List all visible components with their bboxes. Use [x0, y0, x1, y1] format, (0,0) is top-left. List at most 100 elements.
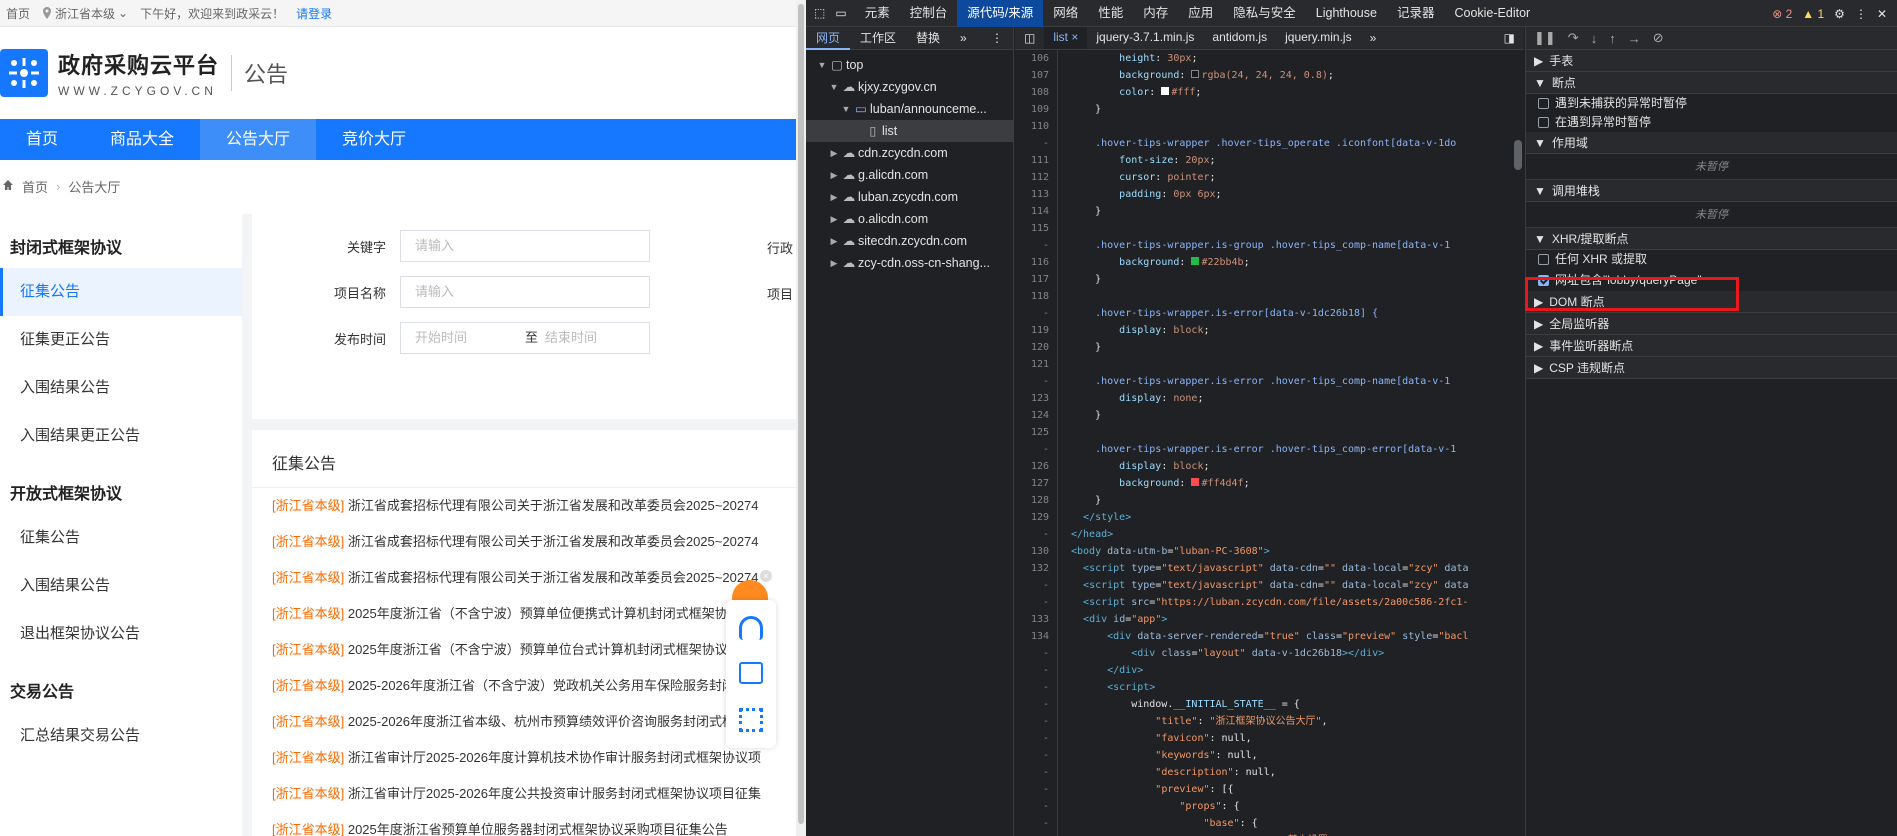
navigator-menu-icon[interactable]: ⋮	[981, 27, 1013, 50]
expand-arrow-icon[interactable]: ▶	[828, 164, 840, 186]
tree-item[interactable]: ▶ ☁ cdn.zcycdn.com	[806, 142, 1013, 164]
code-line[interactable]: 121	[1015, 356, 1524, 373]
tree-item[interactable]: ▼ ▢ top	[806, 54, 1013, 76]
line-number[interactable]: 115	[1015, 220, 1057, 237]
close-devtools-icon[interactable]: ✕	[1877, 7, 1887, 21]
step-into-icon[interactable]: ↓	[1591, 31, 1598, 46]
line-number[interactable]: 128	[1015, 492, 1057, 509]
line-number[interactable]: 124	[1015, 407, 1057, 424]
devtools-tab[interactable]: Cookie-Editor	[1444, 0, 1540, 27]
sidebar-item-closed-collection-correction[interactable]: 征集更正公告	[0, 316, 242, 364]
qrcode-icon[interactable]	[739, 708, 763, 732]
site-logo-icon[interactable]	[0, 49, 48, 97]
line-number[interactable]: -	[1015, 679, 1057, 696]
code-line[interactable]: 107 background: rgba(24, 24, 24, 0.8);	[1015, 67, 1524, 84]
code-line[interactable]: - </head>	[1015, 526, 1524, 543]
settings-gear-icon[interactable]: ⚙	[1834, 7, 1845, 21]
devtools-tab[interactable]: 记录器	[1387, 0, 1445, 27]
code-line[interactable]: - "keywords": null,	[1015, 747, 1524, 764]
code-line[interactable]: - .hover-tips-wrapper.is-error .hover-ti…	[1015, 373, 1524, 390]
line-number[interactable]: 120	[1015, 339, 1057, 356]
line-number[interactable]: 119	[1015, 322, 1057, 339]
expand-arrow-icon[interactable]: ▶	[828, 208, 840, 230]
code-line[interactable]: - .hover-tips-wrapper .hover-tips_operat…	[1015, 135, 1524, 152]
section-call-stack[interactable]: ▼ 调用堆栈	[1526, 180, 1897, 202]
code-line[interactable]: - "title": "浙江框架协议公告大厅",	[1015, 713, 1524, 730]
line-number[interactable]: 134	[1015, 628, 1057, 645]
line-number[interactable]: 123	[1015, 390, 1057, 407]
tree-item[interactable]: ▶ ☁ luban.zcycdn.com	[806, 186, 1013, 208]
code-line[interactable]: - .hover-tips-wrapper.is-error[data-v-1d…	[1015, 305, 1524, 322]
sidebar-item-open-shortlist-result[interactable]: 入围结果公告	[0, 562, 242, 610]
line-number[interactable]: -	[1015, 696, 1057, 713]
line-number[interactable]: 125	[1015, 424, 1057, 441]
line-number[interactable]: -	[1015, 815, 1057, 832]
line-number[interactable]: 107	[1015, 67, 1057, 84]
code-line[interactable]: - .hover-tips-wrapper.is-group .hover-ti…	[1015, 237, 1524, 254]
code-line[interactable]: 109 }	[1015, 101, 1524, 118]
section-dom-breakpoints[interactable]: ▶ DOM 断点	[1526, 291, 1897, 313]
section-global-listeners[interactable]: ▶ 全局监听器	[1526, 313, 1897, 335]
checkbox-icon[interactable]	[1538, 98, 1549, 109]
checkbox-icon[interactable]	[1538, 254, 1549, 265]
line-number[interactable]: -	[1015, 713, 1057, 730]
code-line[interactable]: 112 cursor: pointer;	[1015, 169, 1524, 186]
line-number[interactable]: -	[1015, 237, 1057, 254]
devtools-tab[interactable]: Lighthouse	[1306, 0, 1387, 27]
code-line[interactable]: 110	[1015, 118, 1524, 135]
sidebar-item-closed-shortlist-result[interactable]: 入围结果公告	[0, 364, 242, 412]
checkbox-checked-icon[interactable]	[1538, 274, 1549, 286]
line-number[interactable]: 106	[1015, 50, 1057, 67]
section-breakpoints[interactable]: ▼ 断点	[1526, 72, 1897, 94]
date-end-input[interactable]: 结束时间	[545, 323, 597, 353]
more-tabs-icon[interactable]: »	[950, 27, 977, 50]
nav-item-products[interactable]: 商品大全	[84, 119, 200, 160]
line-number[interactable]: -	[1015, 577, 1057, 594]
line-number[interactable]: 133	[1015, 611, 1057, 628]
code-line[interactable]: 106 height: 30px;	[1015, 50, 1524, 67]
code-line[interactable]: - "description": null,	[1015, 764, 1524, 781]
tree-item[interactable]: ▶ ☁ o.alicdn.com	[806, 208, 1013, 230]
section-xhr-breakpoints[interactable]: ▼ XHR/提取断点	[1526, 228, 1897, 250]
list-item[interactable]: [浙江省本级] 浙江省审计厅2025-2026年度计算机技术协作审计服务封闭式框…	[252, 740, 796, 776]
step-out-icon[interactable]: ↑	[1609, 31, 1616, 46]
code-line[interactable]: 126 display: block;	[1015, 458, 1524, 475]
pause-icon[interactable]: ❚❚	[1534, 30, 1556, 46]
devtools-tab[interactable]: 源代码/来源	[957, 0, 1044, 27]
code-line[interactable]: 129 </style>	[1015, 509, 1524, 526]
devtools-tab[interactable]: 性能	[1088, 0, 1133, 27]
list-item[interactable]: [浙江省本级] 浙江省成套招标代理有限公司关于浙江省发展和改革委员会2025~2…	[252, 524, 796, 560]
list-item[interactable]: [浙江省本级] 浙江省成套招标代理有限公司关于浙江省发展和改革委员会2025~2…	[252, 488, 796, 524]
line-number[interactable]: 118	[1015, 288, 1057, 305]
section-watch[interactable]: ▶ 手表	[1526, 50, 1897, 72]
code-line[interactable]: 124 }	[1015, 407, 1524, 424]
tab-page[interactable]: 网页	[806, 27, 851, 50]
tree-item[interactable]: ▶ ☁ g.alicdn.com	[806, 164, 1013, 186]
devtools-tab[interactable]: 网络	[1043, 0, 1088, 27]
any-xhr-checkbox[interactable]: 任何 XHR 或提取	[1526, 250, 1897, 269]
nav-item-announcements[interactable]: 公告大厅	[200, 119, 317, 160]
sidebar-item-open-collection[interactable]: 征集公告	[0, 514, 242, 562]
sidebar-item-closed-collection[interactable]: 征集公告	[0, 268, 242, 316]
chart-icon[interactable]	[739, 662, 763, 684]
code-line[interactable]: 127 background: #ff4d4f;	[1015, 475, 1524, 492]
code-line[interactable]: - <div class="layout" data-v-1dc26b18></…	[1015, 645, 1524, 662]
tree-item[interactable]: ▶ ☁ zcy-cdn.oss-cn-shang...	[806, 252, 1013, 274]
expand-arrow-icon[interactable]: ▶	[828, 252, 840, 274]
line-number[interactable]: 111	[1015, 152, 1057, 169]
code-line[interactable]: 111 font-size: 20px;	[1015, 152, 1524, 169]
toggle-debugger-icon[interactable]: ◨	[1495, 27, 1524, 49]
code-line[interactable]: - "preview": [{	[1015, 781, 1524, 798]
line-number[interactable]: -	[1015, 832, 1057, 836]
code-line[interactable]: 120 }	[1015, 339, 1524, 356]
code-line[interactable]: 123 display: none;	[1015, 390, 1524, 407]
code-line[interactable]: - <script>	[1015, 679, 1524, 696]
line-number[interactable]: 129	[1015, 509, 1057, 526]
topbar-home-link[interactable]: 首页	[6, 5, 30, 22]
list-item[interactable]: [浙江省本级] 2025-2026年度浙江省（不含宁波）党政机关公务用车保险服务…	[252, 668, 796, 704]
code-line[interactable]: 116 background: #22bb4b;	[1015, 254, 1524, 271]
code-line[interactable]: 130 <body data-utm-b="luban-PC-3608">	[1015, 543, 1524, 560]
code-line[interactable]: 134 <div data-server-rendered="true" cla…	[1015, 628, 1524, 645]
source-code[interactable]: 106 height: 30px; 107 background: rgba(24…	[1015, 50, 1524, 836]
devtools-tab[interactable]: 隐私与安全	[1223, 0, 1306, 27]
